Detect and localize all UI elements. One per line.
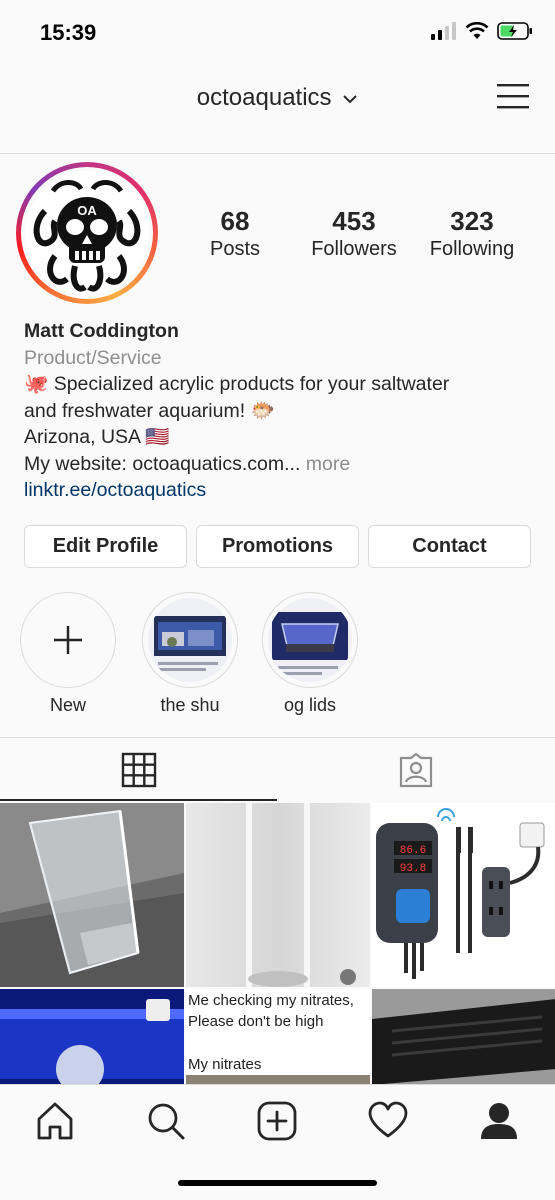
status-time: 15:39 [40,20,97,45]
profile-tabs [0,737,555,801]
posts-count: 68 [220,206,250,236]
promotions-button[interactable]: Promotions [196,525,359,568]
bio-line-2: and freshwater aquarium! 🐡 [24,399,275,422]
meme-line-2: Please don't be high [188,1013,323,1030]
bio-website-line: My website: octoaquatics.com... more [24,451,534,478]
profile-bio: Matt Coddington Product/Service 🐙 Specia… [24,318,534,504]
bio-location: Arizona, USA 🇺🇸 [24,426,170,448]
post-thumbnail[interactable]: 86.6 93.8 [372,803,555,987]
tagged-icon [399,752,433,788]
post-thumbnail[interactable] [186,803,370,987]
highlight-label: the shu [160,695,220,715]
profile-category: Product/Service [24,346,162,369]
chevron-down-icon [343,94,357,104]
meme-line-3: My nitrates [188,1056,261,1073]
bio-website-text: My website: octoaquatics.com... [24,452,301,475]
highlight-og-lids[interactable]: og lids [262,592,358,716]
following-label: Following [429,238,515,260]
svg-text:OA: OA [77,203,97,218]
highlight-label: og lids [283,695,337,715]
home-indicator[interactable] [178,1180,377,1186]
grid-icon [121,752,157,788]
heart-icon[interactable] [366,1099,410,1143]
highlight-new[interactable]: New [20,592,116,716]
search-icon[interactable] [144,1099,188,1143]
profile-icon[interactable] [477,1099,521,1143]
highlight-label: New [49,695,86,715]
signal-icon [431,22,456,40]
thermo-reading-1: 86.6 [400,845,426,857]
posts-stat[interactable]: 68 Posts [205,206,265,262]
battery-icon [497,22,532,40]
wifi-icon [465,22,489,39]
followers-stat[interactable]: 453 Followers [306,206,402,262]
following-stat[interactable]: 323 Following [424,206,520,262]
plus-icon [54,626,82,654]
highlight-the-shu[interactable]: the shu [142,592,238,716]
bio-more-link[interactable]: more [306,453,350,475]
add-post-icon[interactable] [255,1099,299,1143]
highlight-thumbnail [268,598,352,682]
home-icon[interactable] [33,1099,77,1143]
meme-line-1: Me checking my nitrates, [188,992,354,1009]
post-thumbnail[interactable] [0,803,184,987]
highlight-thumbnail [148,598,232,682]
hamburger-menu-icon[interactable] [497,82,529,110]
username-label: octoaquatics [196,84,332,111]
contact-button[interactable]: Contact [368,525,531,568]
octopus-skull-logo: OA [25,171,149,295]
tab-posts-grid[interactable] [0,738,277,801]
posts-label: Posts [209,238,261,260]
thermo-reading-2: 93.8 [400,863,426,875]
followers-count: 453 [332,206,376,236]
following-count: 323 [450,206,494,236]
profile-name: Matt Coddington [24,320,179,342]
status-icons [431,22,533,40]
tab-tagged[interactable] [278,738,555,801]
bio-line-1: 🐙 Specialized acrylic products for your … [24,373,450,395]
bio-external-link[interactable]: linktr.ee/octoaquatics [24,477,534,504]
profile-header: octoaquatics [0,66,555,154]
account-switcher[interactable]: octoaquatics [0,84,555,112]
status-bar: 15:39 [0,0,555,66]
followers-label: Followers [311,238,397,260]
profile-avatar[interactable]: OA [16,162,158,304]
edit-profile-button[interactable]: Edit Profile [24,525,187,568]
